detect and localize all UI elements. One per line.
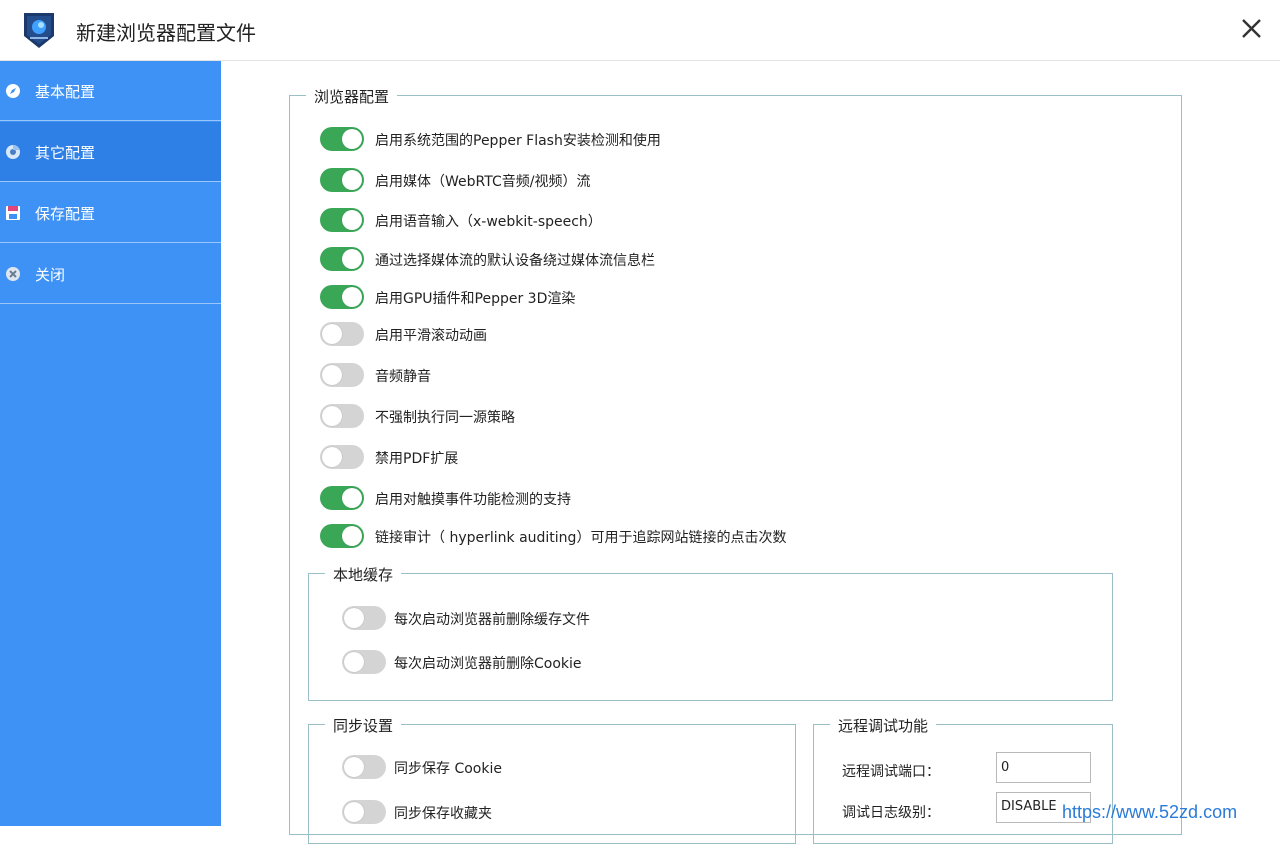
option-label: 同步保存收藏夹 [394, 806, 492, 822]
option-sync-bookmarks[interactable]: 同步保存收藏夹 [342, 800, 642, 824]
compass-icon [6, 84, 20, 98]
sidebar-item-close[interactable]: 关闭 [0, 244, 221, 304]
option-label: 不强制执行同一源策略 [375, 410, 515, 426]
watermark: https://www.52zd.com [1062, 802, 1238, 822]
debug-log-level-label: 调试日志级别： [842, 805, 940, 821]
option-delete-cookie[interactable]: 每次启动浏览器前删除Cookie [342, 650, 742, 674]
toggle-switch[interactable] [320, 285, 364, 309]
option-disable-pdf[interactable]: 禁用PDF扩展 [320, 445, 820, 469]
debug-port-label: 远程调试端口： [842, 764, 940, 780]
option-label: 链接审计（ hyperlink auditing）可用于追踪网站链接的点击次数 [375, 530, 787, 546]
option-label: 启用媒体（WebRTC音频/视频）流 [375, 174, 591, 190]
toggle-switch[interactable] [320, 524, 364, 548]
option-hyperlink-auditing[interactable]: 链接审计（ hyperlink auditing）可用于追踪网站链接的点击次数 [320, 524, 1020, 548]
browser-config-group: 浏览器配置 启用系统范围的Pepper Flash安装检测和使用 启用媒体（We… [289, 86, 1182, 844]
option-speech-input[interactable]: 启用语音输入（x-webkit-speech） [320, 208, 820, 232]
toggle-switch[interactable] [342, 800, 386, 824]
toggle-switch[interactable] [320, 445, 364, 469]
app-logo-icon [24, 13, 54, 48]
option-label: 启用平滑滚动动画 [375, 328, 487, 344]
option-touch-events[interactable]: 启用对触摸事件功能检测的支持 [320, 486, 820, 510]
sidebar: 基本配置 其它配置 保存配置 关闭 [0, 61, 221, 826]
option-pepper-flash[interactable]: 启用系统范围的Pepper Flash安装检测和使用 [320, 127, 820, 151]
option-label: 禁用PDF扩展 [375, 451, 459, 467]
remote-debug-group: 远程调试功能 远程调试端口： 0 调试日志级别： DISABLE [813, 715, 1113, 844]
toggle-switch[interactable] [342, 755, 386, 779]
close-circle-icon [6, 267, 20, 281]
sync-settings-group: 同步设置 同步保存 Cookie 同步保存收藏夹 [308, 715, 796, 844]
option-label: 每次启动浏览器前删除Cookie [394, 656, 582, 672]
option-label: 启用GPU插件和Pepper 3D渲染 [375, 291, 576, 307]
option-label: 通过选择媒体流的默认设备绕过媒体流信息栏 [375, 253, 655, 269]
sidebar-item-label: 保存配置 [35, 205, 96, 223]
option-label: 同步保存 Cookie [394, 761, 502, 777]
option-label: 启用系统范围的Pepper Flash安装检测和使用 [375, 133, 661, 149]
toggle-switch[interactable] [320, 247, 364, 271]
sidebar-item-save-config[interactable]: 保存配置 [0, 183, 221, 243]
local-cache-group: 本地缓存 每次启动浏览器前删除缓存文件 每次启动浏览器前删除Cookie [308, 564, 1113, 701]
group-title: 本地缓存 [325, 564, 402, 585]
window-title: 新建浏览器配置文件 [76, 21, 256, 45]
option-delete-cache[interactable]: 每次启动浏览器前删除缓存文件 [342, 606, 742, 630]
option-label: 启用对触摸事件功能检测的支持 [375, 492, 571, 508]
option-label: 音频静音 [375, 369, 431, 385]
sidebar-item-label: 其它配置 [35, 144, 96, 162]
option-label: 每次启动浏览器前删除缓存文件 [394, 612, 590, 628]
toggle-switch[interactable] [342, 606, 386, 630]
group-title: 远程调试功能 [830, 715, 937, 736]
selected-value: DISABLE [1001, 799, 1057, 814]
option-label: 启用语音输入（x-webkit-speech） [375, 214, 602, 230]
chrome-icon [6, 145, 20, 159]
option-mute-audio[interactable]: 音频静音 [320, 363, 820, 387]
debug-port-input[interactable]: 0 [996, 752, 1091, 783]
group-title: 浏览器配置 [306, 86, 398, 107]
option-disable-same-origin[interactable]: 不强制执行同一源策略 [320, 404, 820, 428]
group-title: 同步设置 [325, 715, 402, 736]
toggle-switch[interactable] [320, 322, 364, 346]
close-window-button[interactable] [1232, 12, 1270, 48]
option-media-stream[interactable]: 启用媒体（WebRTC音频/视频）流 [320, 168, 820, 192]
toggle-switch[interactable] [320, 404, 364, 428]
sidebar-item-other-config[interactable]: 其它配置 [0, 122, 221, 182]
toggle-switch[interactable] [320, 127, 364, 151]
option-gpu-plugins[interactable]: 启用GPU插件和Pepper 3D渲染 [320, 285, 820, 309]
option-smooth-scrolling[interactable]: 启用平滑滚动动画 [320, 322, 820, 346]
sidebar-item-basic-config[interactable]: 基本配置 [0, 61, 221, 121]
content-panel: 浏览器配置 启用系统范围的Pepper Flash安装检测和使用 启用媒体（We… [221, 61, 1280, 844]
toggle-switch[interactable] [320, 208, 364, 232]
toggle-switch[interactable] [342, 650, 386, 674]
option-bypass-media-infobar[interactable]: 通过选择媒体流的默认设备绕过媒体流信息栏 [320, 247, 820, 271]
sidebar-item-label: 关闭 [35, 266, 66, 284]
toggle-switch[interactable] [320, 486, 364, 510]
option-sync-cookie[interactable]: 同步保存 Cookie [342, 755, 642, 779]
title-bar: 新建浏览器配置文件 [0, 0, 1280, 61]
save-icon [6, 206, 20, 220]
toggle-switch[interactable] [320, 363, 364, 387]
sidebar-item-label: 基本配置 [35, 83, 96, 101]
toggle-switch[interactable] [320, 168, 364, 192]
